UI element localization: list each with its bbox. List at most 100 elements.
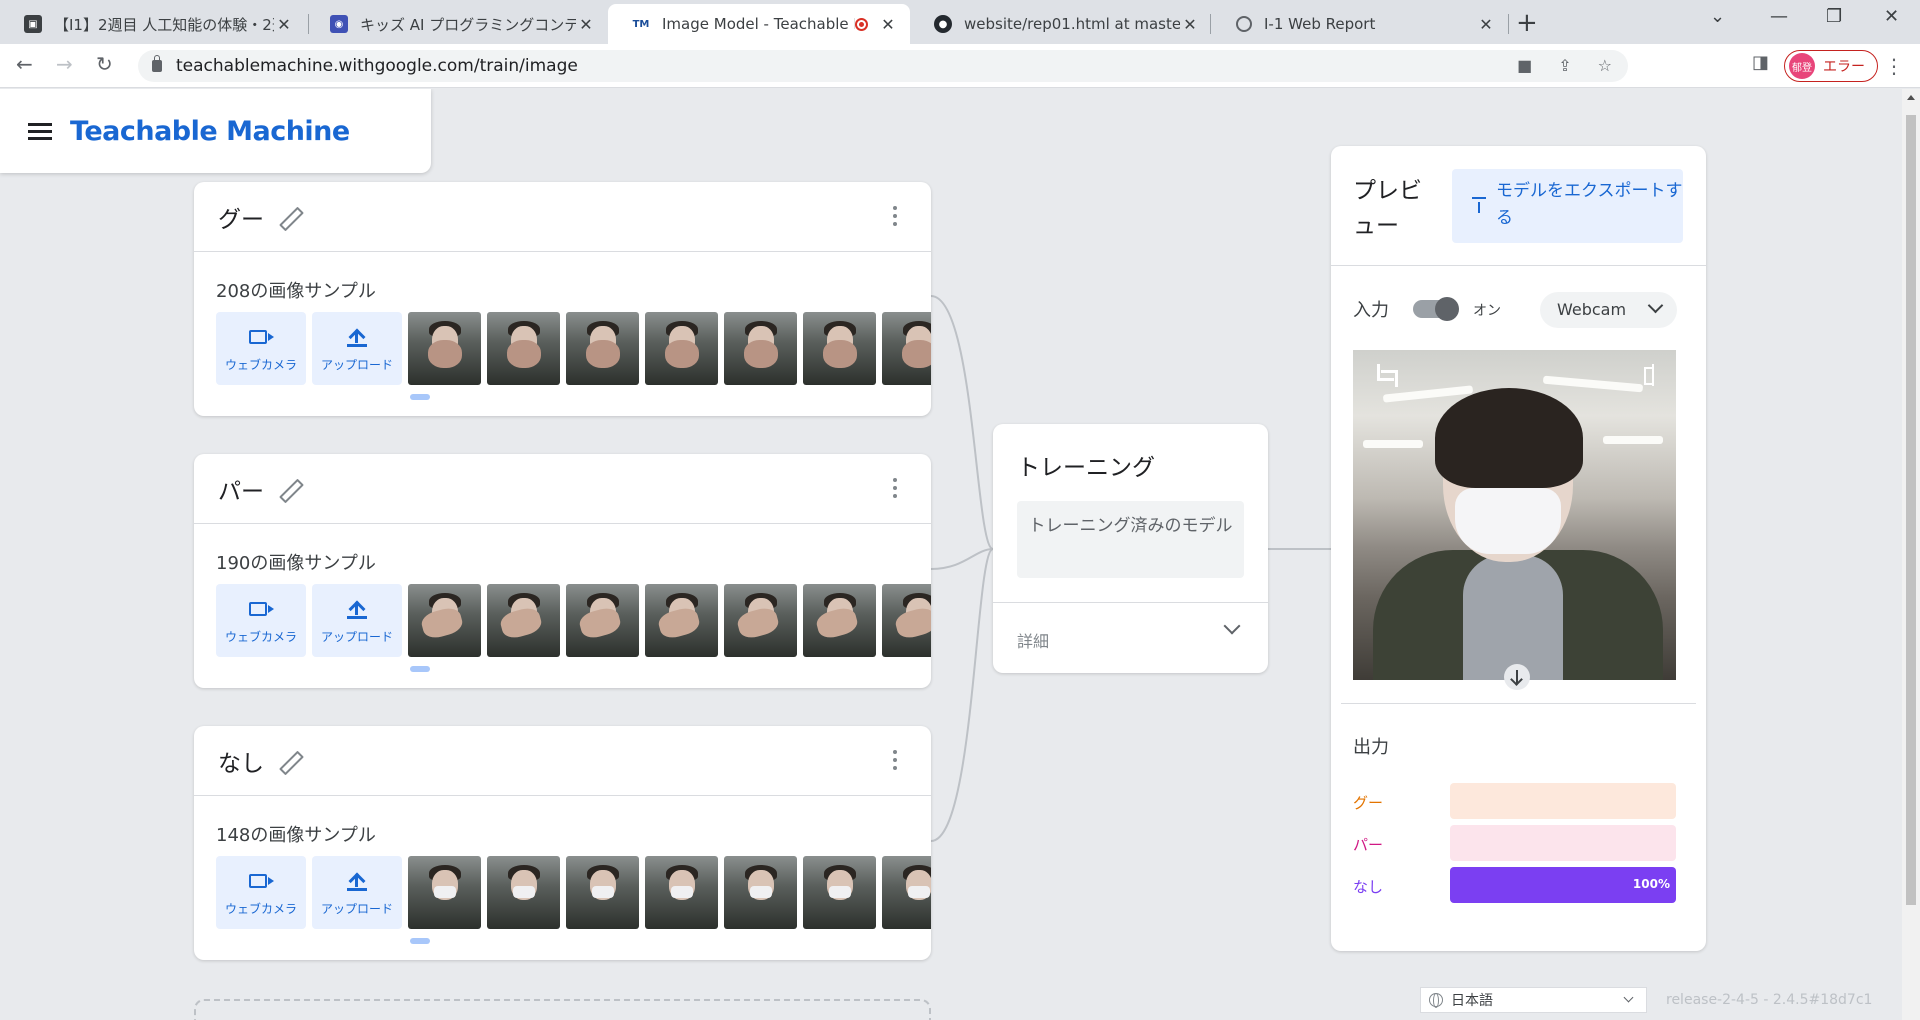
classroom-icon: ▣ [24,15,42,33]
menu-icon[interactable] [28,123,52,140]
edit-pencil-icon[interactable] [278,478,300,500]
webcam-label: ウェブカメラ [224,358,297,372]
bookmark-star-icon[interactable]: ☆ [1598,56,1612,75]
back-icon[interactable]: ← [16,52,33,76]
new-tab-icon[interactable]: + [1516,8,1538,38]
page-scrollbar[interactable] [1902,89,1920,1020]
thumbnail-scroll-indicator[interactable] [410,666,430,672]
chevron-down-icon[interactable] [1223,617,1241,635]
sample-thumbnail[interactable] [724,584,797,657]
webcam-button[interactable]: ウェブカメラ [216,312,306,385]
browser-tab-5[interactable]: I-1 Web Report ✕ [1212,4,1508,44]
crop-icon[interactable] [1373,364,1398,387]
sample-thumbnail[interactable] [566,312,639,385]
browser-toolbar: ← → ↻ teachablemachine.withgoogle.com/tr… [0,44,1920,88]
thumbnail-scroll-indicator[interactable] [410,394,430,400]
upload-icon [347,871,367,891]
sample-thumbnail[interactable] [882,584,931,657]
class-header: なし [194,726,931,796]
sample-thumbnails[interactable] [408,584,931,657]
sample-thumbnail[interactable] [724,856,797,929]
close-icon[interactable]: ✕ [274,15,294,34]
flip-icon[interactable] [1644,364,1662,386]
sample-thumbnail[interactable] [724,312,797,385]
sample-thumbnail[interactable] [645,312,718,385]
video-camera-icon [249,874,274,888]
more-options-icon[interactable] [893,206,897,230]
input-source-dropdown[interactable]: Webcam [1540,292,1677,328]
export-model-button[interactable]: モデルをエクスポートする [1452,169,1683,243]
thumbnail-scroll-indicator[interactable] [410,938,430,944]
webcam-button[interactable]: ウェブカメラ [216,856,306,929]
sample-thumbnail[interactable] [803,584,876,657]
preview-card: プレビュー モデルをエクスポートする 入力 オン Webcam 出力 グー パー… [1331,146,1706,951]
window-close-icon[interactable]: ✕ [1884,6,1899,27]
close-icon[interactable]: ✕ [878,15,898,34]
language-select[interactable]: 日本語 [1420,987,1647,1013]
upload-button[interactable]: アップロード [312,584,402,657]
class-name[interactable]: なし [218,744,264,778]
sample-thumbnail[interactable] [882,856,931,929]
sample-thumbnail[interactable] [645,856,718,929]
more-options-icon[interactable] [893,478,897,502]
sample-thumbnail[interactable] [487,856,560,929]
browser-menu-icon[interactable]: ⋮ [1884,54,1904,78]
class-name[interactable]: グー [218,200,264,234]
browser-tab-1[interactable]: ▣ 【I1】2週目 人工知能の体験・2週目 ✕ [0,4,306,44]
upload-icon [347,327,367,347]
webcam-button[interactable]: ウェブカメラ [216,584,306,657]
forward-icon[interactable]: → [56,52,73,76]
sample-thumbnail[interactable] [566,584,639,657]
class-name[interactable]: パー [218,472,264,506]
sample-thumbnail[interactable] [408,584,481,657]
tab-search-icon[interactable]: ⌄ [1710,6,1725,27]
sample-thumbnails[interactable] [408,312,931,385]
sample-thumbnail[interactable] [487,584,560,657]
app-logo[interactable]: Teachable Machine [70,116,350,147]
training-details-label[interactable]: 詳細 [1017,628,1049,652]
sample-thumbnail[interactable] [487,312,560,385]
sample-thumbnail[interactable] [882,312,931,385]
camera-in-use-icon[interactable]: ■ [1517,56,1532,75]
arrow-down-icon [1504,664,1530,690]
sample-thumbnail[interactable] [408,856,481,929]
reload-icon[interactable]: ↻ [96,52,113,76]
confidence-bar [1450,825,1676,861]
output-row: なし 100% [1353,867,1683,903]
restore-icon[interactable]: ❐ [1826,6,1842,27]
share-icon[interactable]: ⇪ [1558,56,1571,75]
sample-thumbnails[interactable] [408,856,931,929]
training-card: トレーニング トレーニング済みのモデル 詳細 [993,424,1268,673]
upload-label: アップロード [320,358,393,372]
sample-thumbnail[interactable] [566,856,639,929]
close-icon[interactable]: ✕ [1476,15,1496,34]
url-text: teachablemachine.withgoogle.com/train/im… [176,56,578,76]
minimize-icon[interactable]: — [1770,6,1788,27]
sample-thumbnail[interactable] [645,584,718,657]
close-icon[interactable]: ✕ [1180,15,1200,34]
browser-tab-4[interactable]: ● website/rep01.html at master · ac ✕ [910,4,1212,44]
profile-button[interactable]: 郁登 エラー [1784,50,1878,82]
sample-thumbnail[interactable] [408,312,481,385]
sample-thumbnail[interactable] [803,312,876,385]
input-toggle[interactable] [1413,297,1459,321]
add-class-card[interactable] [194,999,931,1020]
class-card: なし 148の画像サンプル ウェブカメラ アップロード [194,726,931,960]
tab-title: I-1 Web Report [1264,15,1376,33]
sample-thumbnail[interactable] [803,856,876,929]
browser-tab-2[interactable]: ◉ キッズ AI プログラミングコンテスト ✕ [306,4,608,44]
train-model-button[interactable]: トレーニング済みのモデル [1017,501,1244,578]
scrollbar-thumb[interactable] [1906,115,1916,905]
globe-icon [1236,16,1252,32]
class-header: グー [194,182,931,252]
side-panel-icon[interactable]: ◨ [1752,52,1769,73]
upload-button[interactable]: アップロード [312,312,402,385]
more-options-icon[interactable] [893,750,897,774]
scroll-up-icon[interactable] [1907,95,1915,100]
edit-pencil-icon[interactable] [278,206,300,228]
close-icon[interactable]: ✕ [576,15,596,34]
browser-tab-3-active[interactable]: TM Image Model - Teachable Ma ✕ [608,4,910,44]
upload-button[interactable]: アップロード [312,856,402,929]
edit-pencil-icon[interactable] [278,750,300,772]
address-bar[interactable]: teachablemachine.withgoogle.com/train/im… [138,50,1628,82]
